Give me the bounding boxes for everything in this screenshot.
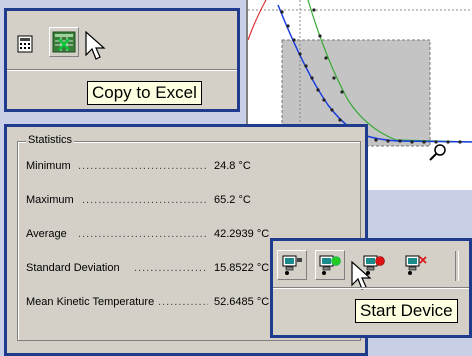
toolbar-divider [7,69,237,71]
stat-label: Minimum [26,160,71,172]
mouse-cursor-icon [85,31,106,60]
stat-leader-dots: ........................................… [158,296,208,308]
stat-leader-dots: ........................................… [134,262,208,274]
toolbar-separator [455,251,459,281]
stat-label: Mean Kinetic Temperature [26,296,155,308]
device-toolbar-panel: Start Device [270,238,472,338]
calculator-button[interactable] [10,29,40,59]
series-red [247,0,267,41]
statistics-legend: Statistics [26,134,75,146]
calculator-icon [17,35,33,53]
toolbar-divider [273,287,469,289]
stat-label: Average [26,228,67,240]
start-device-button[interactable] [315,250,345,280]
stat-value: 65.2 °C [214,194,251,206]
stat-value: 42.2939 °C [214,228,270,240]
copy-to-excel-tooltip: Copy to Excel [87,81,202,105]
copy-to-excel-button[interactable] [49,27,79,57]
stat-label: Maximum [26,194,74,206]
device-icon [282,255,302,275]
excel-toolbar-panel: Copy to Excel [4,8,240,112]
stat-label: Standard Deviation [26,262,120,274]
zoom-magnifier-icon [429,144,446,161]
stat-leader-dots: ........................................… [82,194,208,206]
stat-row-maximum: Maximum ................................… [26,194,356,208]
device-start-icon [319,255,341,275]
device-remove-icon [405,255,427,275]
remove-device-button[interactable] [401,250,431,280]
stat-value: 52.6485 °C [214,296,270,308]
stat-value: 24.8 °C [214,160,251,172]
start-device-tooltip: Start Device [355,299,458,323]
excel-icon [52,31,76,53]
stat-value: 15.8522 °C [214,262,270,274]
device-button[interactable] [277,250,307,280]
stat-leader-dots: ........................................… [78,160,208,172]
stat-row-minimum: Minimum ................................… [26,160,356,174]
stat-leader-dots: ........................................… [78,228,208,240]
